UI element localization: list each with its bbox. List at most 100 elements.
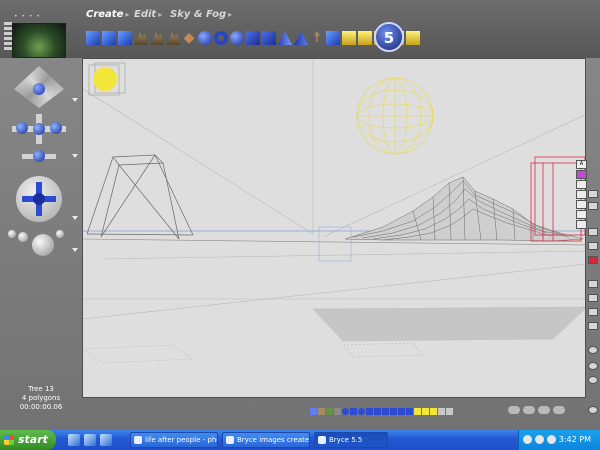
selection-info: Tree 13 4 polygons 00:00:00.06 — [0, 385, 82, 412]
disc-icon[interactable] — [326, 31, 340, 45]
display-mode-icon[interactable] — [588, 308, 598, 316]
select-pyramid-icon[interactable] — [382, 407, 389, 415]
selection-time: 00:00:00.06 — [19, 403, 63, 411]
edit-tool-icon[interactable] — [588, 202, 598, 210]
select-stone-icon[interactable] — [334, 407, 341, 415]
memory-dots[interactable]: • • • • — [14, 13, 41, 20]
chevron-down-icon[interactable] — [72, 216, 78, 220]
security-icon[interactable] — [547, 435, 556, 444]
taskbar-item-label: Bryce 5.5 — [329, 436, 363, 444]
zoom-icon[interactable] — [588, 376, 598, 384]
cube-icon[interactable] — [262, 31, 276, 45]
select-cube-icon[interactable] — [350, 407, 357, 415]
water-plane-icon[interactable] — [102, 31, 116, 45]
play-button[interactable] — [523, 406, 535, 414]
select-tree-icon[interactable] — [326, 407, 333, 415]
bryce-logo[interactable]: 5 — [374, 22, 404, 52]
start-button[interactable]: start — [0, 430, 56, 450]
select-sphere-icon[interactable] — [342, 407, 349, 415]
view-strip[interactable] — [4, 22, 12, 56]
figure-icon[interactable]: ☨ — [310, 31, 324, 45]
view-mode-icon[interactable] — [588, 228, 598, 236]
chevron-down-icon[interactable] — [72, 98, 78, 102]
create-palette: ◆ ☨ — [86, 24, 420, 52]
torus-icon[interactable] — [214, 31, 228, 45]
select-camera-icon[interactable] — [438, 407, 445, 415]
taskbar-item[interactable]: life after people - pho... — [130, 432, 218, 448]
cloud-plane-icon[interactable] — [118, 31, 132, 45]
render-option-icon[interactable] — [8, 230, 16, 238]
menu-sky-fog-label: Sky & Fog — [170, 9, 227, 20]
end-button[interactable] — [553, 406, 565, 414]
cylinder-icon[interactable] — [246, 31, 260, 45]
camera-move-control[interactable] — [16, 176, 62, 222]
select-disc-icon[interactable] — [390, 407, 397, 415]
nano-preview-thumbnail[interactable] — [12, 23, 66, 58]
chevron-right-icon: ▸ — [125, 10, 130, 19]
select-cone-icon[interactable] — [374, 407, 381, 415]
windows-taskbar: start life after people - pho... Bryce i… — [0, 430, 600, 450]
select-light-icon[interactable] — [414, 407, 421, 415]
chevron-right-icon: ▸ — [158, 10, 163, 19]
render-option-icon[interactable] — [56, 230, 64, 238]
taskbar-item-label: life after people - pho... — [145, 436, 217, 444]
display-mode-icon[interactable] — [588, 294, 598, 302]
select-mesh-icon[interactable] — [398, 407, 405, 415]
ie-icon[interactable] — [68, 434, 80, 446]
3d-viewport[interactable] — [82, 58, 586, 398]
render-option-icon[interactable] — [18, 232, 28, 242]
stone-icon[interactable]: ◆ — [182, 31, 196, 45]
outlook-icon[interactable] — [84, 434, 96, 446]
taskbar-item[interactable]: Bryce images created... — [222, 432, 310, 448]
select-light-icon[interactable] — [422, 407, 429, 415]
camera-trackball-xy[interactable] — [12, 114, 66, 144]
cone-icon[interactable] — [278, 31, 292, 45]
select-terrain-icon[interactable] — [318, 407, 325, 415]
folder-icon — [226, 436, 234, 444]
terrain-icon[interactable] — [134, 32, 148, 45]
light-icon[interactable] — [342, 31, 356, 45]
ground-plane[interactable] — [312, 306, 586, 342]
ellipsoid-icon[interactable] — [230, 31, 244, 45]
infinite-plane-icon[interactable] — [86, 31, 100, 45]
network-icon[interactable] — [523, 435, 532, 444]
show-desktop-icon[interactable] — [100, 434, 112, 446]
clock[interactable]: 3:42 PM — [559, 430, 591, 450]
select-path-icon[interactable] — [446, 407, 453, 415]
system-tray: 3:42 PM — [518, 430, 600, 450]
select-group-icon[interactable] — [406, 407, 413, 415]
spotlight-icon[interactable] — [358, 31, 372, 45]
zoom-icon[interactable] — [588, 346, 598, 354]
forward-button[interactable] — [538, 406, 550, 414]
windows-logo-icon — [4, 435, 14, 445]
chevron-down-icon[interactable] — [72, 248, 78, 252]
radial-light-icon[interactable] — [406, 31, 420, 45]
volume-icon[interactable] — [535, 435, 544, 444]
select-cylinder-icon[interactable] — [366, 407, 373, 415]
camera-trackball-z[interactable] — [22, 146, 56, 168]
pyramid-icon[interactable] — [294, 31, 308, 45]
pan-icon[interactable] — [588, 362, 598, 370]
camera-flyaround-control[interactable] — [14, 66, 64, 108]
sphere-icon[interactable] — [198, 31, 212, 45]
settings-icon[interactable] — [588, 406, 598, 414]
symmetric-lattice-icon[interactable] — [150, 32, 164, 45]
object-attribute-tabs: A — [576, 160, 587, 229]
taskbar-item[interactable]: Bryce 5.5 — [314, 432, 388, 448]
menu-edit[interactable]: Edit ▸ — [134, 9, 162, 20]
view-mode-icon[interactable] — [588, 242, 598, 250]
chevron-down-icon[interactable] — [72, 154, 78, 158]
display-mode-icon[interactable] — [588, 280, 598, 288]
select-light-icon[interactable] — [430, 407, 437, 415]
render-stop-icon[interactable] — [588, 256, 598, 264]
select-torus-icon[interactable] — [358, 407, 365, 415]
menu-create[interactable]: Create ▸ — [86, 9, 129, 20]
taskbar-item-label: Bryce images created... — [237, 436, 310, 444]
rewind-button[interactable] — [508, 406, 520, 414]
tree-icon[interactable] — [166, 32, 180, 45]
select-sphere-icon[interactable] — [310, 407, 317, 415]
edit-tool-icon[interactable] — [588, 190, 598, 198]
display-mode-icon[interactable] — [588, 322, 598, 330]
menu-sky-fog[interactable]: Sky & Fog ▸ — [170, 9, 232, 20]
render-button[interactable] — [32, 234, 54, 256]
